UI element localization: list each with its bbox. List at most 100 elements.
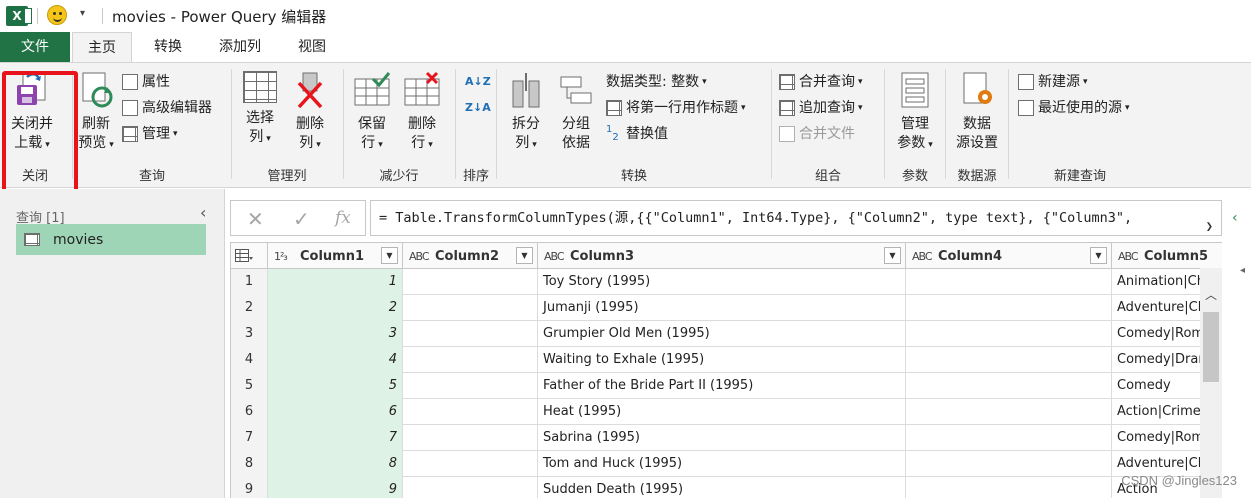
formula-input[interactable]: = Table.TransformColumnTypes(源,{{"Column…	[370, 200, 1222, 236]
cell[interactable]: 9	[268, 477, 403, 498]
scroll-up-icon[interactable]: ︿	[1205, 286, 1217, 303]
column-header-3[interactable]: ABC Column3 ▼	[538, 243, 906, 269]
cell[interactable]	[403, 425, 538, 451]
cell[interactable]: Heat (1995)	[538, 399, 906, 425]
cell[interactable]	[403, 347, 538, 373]
cell[interactable]	[403, 451, 538, 477]
cell[interactable]: Grumpier Old Men (1995)	[538, 321, 906, 347]
row-number[interactable]: 1	[231, 269, 268, 295]
cell[interactable]	[906, 399, 1112, 425]
filter-dropdown-icon[interactable]: ▼	[884, 247, 901, 264]
data-type-dropdown[interactable]: 数据类型: 整数 ▾	[606, 71, 707, 93]
tab-home[interactable]: 主页	[72, 32, 132, 63]
cell[interactable]	[906, 295, 1112, 321]
row-number[interactable]: 4	[231, 347, 268, 373]
row-number[interactable]: 9	[231, 477, 268, 498]
collapse-pane-icon[interactable]: ‹	[200, 203, 206, 222]
row-number[interactable]: 8	[231, 451, 268, 477]
cell[interactable]	[906, 451, 1112, 477]
advanced-editor-button[interactable]: 高级编辑器	[122, 97, 212, 119]
filter-dropdown-icon[interactable]: ▼	[381, 247, 398, 264]
qat-dropdown-icon[interactable]: ▾	[80, 8, 85, 19]
cell[interactable]: Sabrina (1995)	[538, 425, 906, 451]
properties-button[interactable]: 属性	[122, 71, 170, 93]
cell[interactable]	[906, 425, 1112, 451]
cell[interactable]: 5	[268, 373, 403, 399]
cell[interactable]: Toy Story (1995)	[538, 269, 906, 295]
text-type-icon[interactable]: ABC	[409, 250, 431, 263]
cell[interactable]: Jumanji (1995)	[538, 295, 906, 321]
cell[interactable]	[403, 321, 538, 347]
expand-formula-icon[interactable]: ❯	[1206, 209, 1213, 235]
cell[interactable]	[906, 477, 1112, 498]
refresh-preview-button[interactable]: 刷新 预览 ▾	[76, 71, 116, 155]
use-first-row-as-headers-button[interactable]: 将第一行用作标题 ▾	[606, 97, 746, 119]
tab-view[interactable]: 视图	[282, 32, 342, 62]
query-settings-collapse-icon[interactable]: ‹	[1232, 210, 1238, 226]
cell[interactable]	[906, 373, 1112, 399]
query-item-movies[interactable]: movies	[16, 224, 206, 255]
cell[interactable]: 2	[268, 295, 403, 321]
cell[interactable]: Sudden Death (1995)	[538, 477, 906, 498]
text-type-icon[interactable]: ABC	[1118, 250, 1140, 263]
row-number[interactable]: 7	[231, 425, 268, 451]
column-header-5[interactable]: ABC Column5	[1112, 243, 1222, 269]
confirm-icon[interactable]: ✓	[293, 207, 310, 231]
text-type-icon[interactable]: ABC	[912, 250, 934, 263]
combine-files-button[interactable]: 合并文件	[779, 123, 855, 145]
manage-button[interactable]: 管理 ▾	[122, 123, 178, 145]
cell[interactable]: Waiting to Exhale (1995)	[538, 347, 906, 373]
row-number[interactable]: 2	[231, 295, 268, 321]
manage-parameters-button[interactable]: 管理 参数 ▾	[892, 71, 938, 155]
group-by-button[interactable]: 分组 依据	[554, 71, 598, 153]
tab-transform[interactable]: 转换	[138, 32, 198, 62]
cell[interactable]: 1	[268, 269, 403, 295]
cell[interactable]	[906, 347, 1112, 373]
split-column-button[interactable]: 拆分 列 ▾	[504, 71, 548, 155]
new-source-button[interactable]: 新建源 ▾	[1018, 71, 1088, 93]
sort-ascending-icon[interactable]: A↓Z	[465, 71, 491, 93]
cell[interactable]	[403, 477, 538, 498]
keep-rows-button[interactable]: 保留 行 ▾	[351, 71, 393, 155]
remove-rows-button[interactable]: 删除 行 ▾	[401, 71, 443, 155]
text-type-icon[interactable]: ABC	[544, 250, 566, 263]
vertical-scrollbar[interactable]: ︿	[1200, 268, 1222, 498]
remove-columns-button[interactable]: 删除 列 ▾	[289, 71, 331, 155]
choose-columns-button[interactable]: 选择 列 ▾	[239, 71, 281, 149]
cell[interactable]	[403, 269, 538, 295]
column-header-1[interactable]: 1²₃ Column1 ▼	[268, 243, 403, 269]
cell[interactable]	[403, 373, 538, 399]
merge-queries-button[interactable]: 合并查询 ▾	[779, 71, 863, 93]
tab-add-column[interactable]: 添加列	[208, 32, 272, 62]
column-header-4[interactable]: ABC Column4 ▼	[906, 243, 1112, 269]
append-queries-button[interactable]: 追加查询 ▾	[779, 97, 863, 119]
excel-icon[interactable]: X	[6, 6, 32, 26]
row-number[interactable]: 6	[231, 399, 268, 425]
cell[interactable]	[906, 321, 1112, 347]
cell[interactable]	[906, 269, 1112, 295]
cell[interactable]: Tom and Huck (1995)	[538, 451, 906, 477]
filter-dropdown-icon[interactable]: ▼	[1090, 247, 1107, 264]
column-header-2[interactable]: ABC Column2 ▼	[403, 243, 538, 269]
cell[interactable]	[403, 399, 538, 425]
cell[interactable]: 8	[268, 451, 403, 477]
number-type-icon[interactable]: 1²₃	[274, 250, 296, 263]
recent-sources-button[interactable]: 最近使用的源 ▾	[1018, 97, 1130, 119]
cell[interactable]: 3	[268, 321, 403, 347]
replace-values-button[interactable]: 1 2 替换值	[606, 123, 668, 145]
filter-dropdown-icon[interactable]: ▼	[516, 247, 533, 264]
cancel-icon[interactable]: ✕	[247, 207, 264, 231]
tab-file[interactable]: 文件	[0, 32, 70, 62]
cell[interactable]: 6	[268, 399, 403, 425]
sort-descending-icon[interactable]: Z↓A	[465, 97, 491, 119]
row-number[interactable]: 5	[231, 373, 268, 399]
scroll-thumb[interactable]	[1203, 312, 1219, 382]
cell[interactable]	[403, 295, 538, 321]
caret-icon[interactable]: ◂	[1240, 265, 1245, 276]
data-source-settings-button[interactable]: 数据 源设置	[953, 71, 1001, 153]
table-menu-button[interactable]	[231, 243, 268, 269]
fx-icon[interactable]: fx	[335, 208, 351, 228]
smiley-icon[interactable]	[47, 5, 67, 25]
cell[interactable]: Father of the Bride Part II (1995)	[538, 373, 906, 399]
row-number[interactable]: 3	[231, 321, 268, 347]
